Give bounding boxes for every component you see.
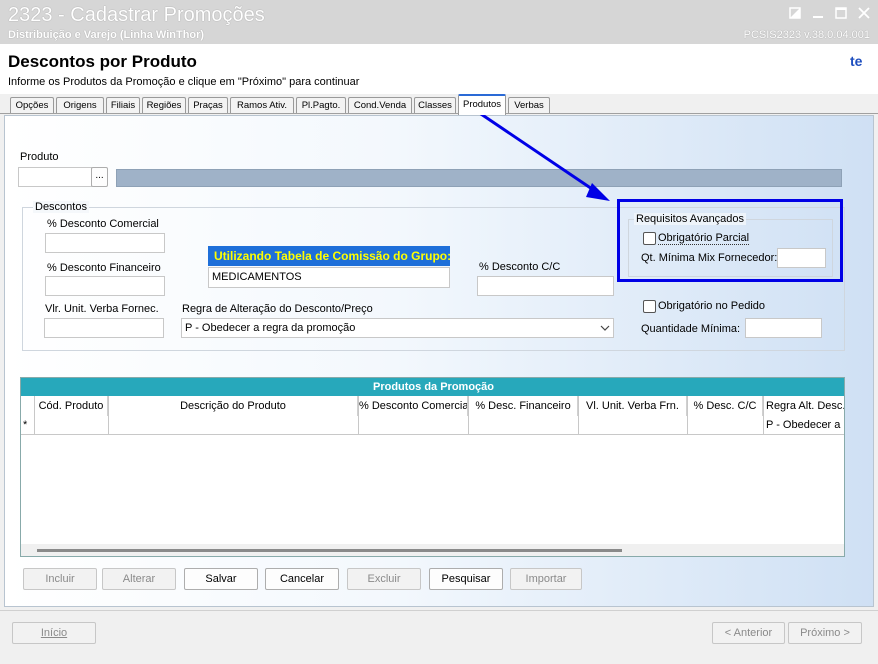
col-desconto-comercial[interactable]: % Desconto Comercia (359, 396, 468, 416)
produtos-grid[interactable]: Produtos da Promoção Cód. Produto Descri… (20, 377, 845, 557)
window-title: 2323 - Cadastrar Promoções (8, 4, 265, 26)
regra-alteracao-select[interactable]: P - Obedecer a regra da promoção (181, 318, 614, 338)
obrigatorio-pedido-checkbox[interactable] (643, 300, 656, 313)
new-row-regra: P - Obedecer a r (766, 419, 845, 431)
te-badge: te (850, 53, 863, 69)
tab-origens[interactable]: Origens (56, 97, 104, 113)
verba-fornec-input[interactable] (44, 318, 164, 338)
importar-button[interactable]: Importar (510, 568, 582, 590)
produto-code-input[interactable] (18, 167, 92, 187)
horizontal-scrollbar[interactable] (21, 544, 844, 556)
grid-divider (358, 396, 359, 434)
desconto-financeiro-label: % Desconto Financeiro (47, 262, 161, 274)
col-cod-produto[interactable]: Cód. Produto (35, 396, 108, 416)
annotation-arrow-icon (477, 110, 610, 201)
col-descricao-produto[interactable]: Descrição do Produto (109, 396, 358, 416)
tab-pracas[interactable]: Praças (188, 97, 228, 113)
tab-filiais[interactable]: Filiais (106, 97, 140, 113)
scrollbar-thumb[interactable] (37, 549, 622, 552)
tab-cond-venda[interactable]: Cond.Venda (348, 97, 412, 113)
grid-divider (468, 396, 469, 434)
incluir-button[interactable]: Incluir (23, 568, 97, 590)
minimize-icon[interactable] (808, 4, 828, 22)
col-regra-alt-desc[interactable]: Regra Alt. Desc. (764, 396, 844, 416)
regra-alteracao-label: Regra de Alteração do Desconto/Preço (182, 303, 373, 315)
desconto-cc-label: % Desconto C/C (479, 261, 561, 273)
restore-window-icon[interactable] (785, 4, 805, 22)
comissao-grupo-value: MEDICAMENTOS (208, 267, 450, 288)
desconto-financeiro-input[interactable] (45, 276, 165, 296)
grid-divider (34, 396, 35, 434)
grid-divider (578, 396, 579, 434)
version-label: PCSIS2323 v.38.0.04.001 (743, 29, 870, 41)
produto-label: Produto (20, 151, 59, 163)
maximize-icon[interactable] (831, 4, 851, 22)
window-subtitle: Distribuição e Varejo (Linha WinThor) (8, 29, 205, 41)
chevron-down-icon[interactable] (600, 324, 610, 332)
verba-fornec-label: Vlr. Unit. Verba Fornec. (45, 303, 159, 315)
page-title: Descontos por Produto (8, 52, 197, 71)
pesquisar-button[interactable]: Pesquisar (429, 568, 503, 590)
excluir-button[interactable]: Excluir (347, 568, 421, 590)
desconto-comercial-label: % Desconto Comercial (47, 218, 159, 230)
grid-divider (763, 396, 764, 434)
col-desc-cc[interactable]: % Desc. C/C (688, 396, 763, 416)
desconto-cc-input[interactable] (477, 276, 614, 296)
regra-alteracao-selected: P - Obedecer a regra da promoção (185, 322, 356, 334)
col-verba-frn[interactable]: Vl. Unit. Verba Frn. (579, 396, 687, 416)
proximo-button[interactable]: Próximo > (788, 622, 862, 644)
produto-lookup-button[interactable]: ... (91, 167, 108, 187)
comissao-grupo-title: Utilizando Tabela de Comissão do Grupo: (208, 246, 450, 266)
anterior-button[interactable]: < Anterior (712, 622, 785, 644)
col-desc-financeiro[interactable]: % Desc. Financeiro (469, 396, 578, 416)
grid-title: Produtos da Promoção (21, 378, 844, 396)
desconto-comercial-input[interactable] (45, 233, 165, 253)
cancelar-button[interactable]: Cancelar (265, 568, 339, 590)
page-instructions: Informe os Produtos da Promoção e clique… (8, 76, 360, 88)
quantidade-minima-label: Quantidade Mínima: (641, 323, 741, 335)
tab-produtos[interactable]: Produtos (458, 94, 506, 115)
annotation-highlight-box (617, 199, 843, 282)
tab-opcoes[interactable]: Opções (10, 97, 54, 113)
grid-header-divider (21, 434, 844, 435)
tab-pl-pagto[interactable]: Pl.Pagto. (296, 97, 346, 113)
new-row-marker: * (23, 419, 28, 431)
alterar-button[interactable]: Alterar (102, 568, 176, 590)
descontos-caption: Descontos (33, 201, 89, 213)
tab-classes[interactable]: Classes (414, 97, 456, 113)
tab-regioes[interactable]: Regiões (142, 97, 186, 113)
tab-ramos-ativ[interactable]: Ramos Ativ. (230, 97, 294, 113)
quantidade-minima-input[interactable] (745, 318, 822, 338)
grid-divider (687, 396, 688, 434)
salvar-button[interactable]: Salvar (184, 568, 258, 590)
close-icon[interactable] (854, 4, 874, 22)
obrigatorio-pedido-label: Obrigatório no Pedido (658, 300, 766, 312)
inicio-button[interactable]: Início (12, 622, 96, 644)
grid-divider (108, 396, 109, 434)
